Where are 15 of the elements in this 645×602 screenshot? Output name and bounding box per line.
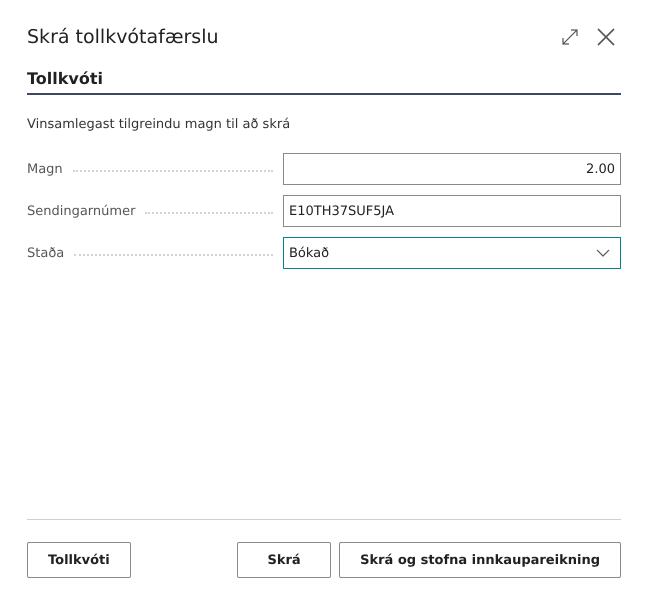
field-label: Magn <box>27 162 63 176</box>
input-field[interactable]: E10TH37SUF5JA <box>283 195 621 227</box>
expand-icon[interactable] <box>561 28 579 46</box>
field-label: Sendingarnúmer <box>27 204 136 218</box>
field-label: Staða <box>27 246 64 260</box>
close-icon[interactable] <box>597 28 615 46</box>
dialog-button[interactable]: Skrá og stofna innkaupareikning <box>339 542 621 578</box>
instruction-text: Vinsamlegast tilgreindu magn til að skrá <box>27 117 292 132</box>
dialog-button[interactable]: Skrá <box>237 542 332 578</box>
section-heading: Tollkvóti <box>27 69 621 95</box>
dropdown-field[interactable]: Bókað <box>283 237 621 269</box>
dialog-title: Skrá tollkvótafærslu <box>27 26 219 48</box>
input-field[interactable]: 2.00 <box>283 153 621 185</box>
chevron-down-icon <box>596 249 610 257</box>
dialog-button[interactable]: Tollkvóti <box>27 542 131 578</box>
